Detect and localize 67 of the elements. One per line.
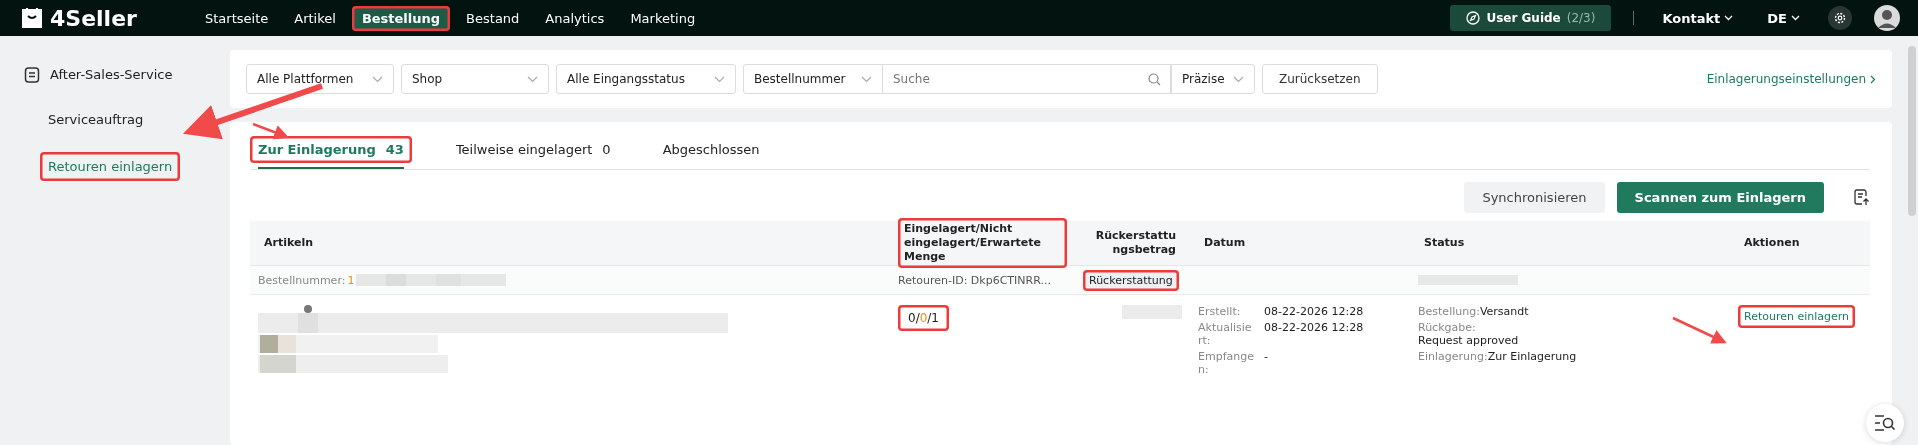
status-value: Zur Einlagerung: [1487, 350, 1577, 363]
status-tab[interactable]: Abgeschlossen: [654, 136, 768, 163]
chevron-down-icon: [527, 75, 538, 83]
chevron-down-icon: [714, 75, 725, 83]
sync-button[interactable]: Synchronisieren: [1464, 182, 1605, 213]
nav-tab[interactable]: Bestand: [456, 5, 530, 31]
search-icon: [1148, 73, 1161, 86]
status-value: Request approved: [1418, 334, 1519, 347]
date-value: -: [1264, 350, 1268, 365]
status-value: Versandt: [1479, 305, 1529, 318]
settings-icon[interactable]: [1828, 6, 1852, 30]
contact-menu[interactable]: Kontakt: [1656, 9, 1740, 27]
date-label: Erstellt:: [1198, 305, 1242, 318]
column-header: Aktionen: [1743, 234, 1801, 251]
date-value: 08-22-2026 12:28: [1264, 321, 1364, 336]
status-tab[interactable]: Teilweise eingelagert 0: [447, 136, 619, 163]
user-guide-button[interactable]: User Guide (2/3): [1450, 5, 1612, 31]
search-field[interactable]: Suche: [883, 64, 1171, 94]
match-select[interactable]: Präzise: [1171, 64, 1255, 94]
date-label: Empfangen:: [1198, 350, 1255, 376]
status-label: Rückgabe:: [1418, 321, 1477, 334]
status-label: Einlagerung:: [1418, 350, 1488, 363]
chevron-down-icon: [1233, 75, 1244, 83]
compass-icon: [1466, 11, 1481, 25]
date-value: 08-22-2026 12:28: [1264, 305, 1364, 318]
store-returns-link[interactable]: Retouren einlagern: [1738, 305, 1856, 328]
chevron-down-icon: [1724, 15, 1734, 21]
date-label: Aktualisiert:: [1198, 321, 1253, 347]
quantity-text: 0/0/1: [898, 305, 949, 331]
scrollbar-thumb[interactable]: [1908, 46, 1916, 216]
column-header: Datum: [1203, 234, 1247, 251]
chevron-down-icon: [1791, 15, 1800, 21]
column-header: Eingelagert/Nicht eingelagert/Erwartete Menge: [898, 217, 1067, 269]
filter-select[interactable]: Shop: [401, 64, 549, 94]
logo-text: 4Seller: [50, 5, 137, 31]
export-icon[interactable]: [1854, 189, 1870, 206]
settings-link[interactable]: Einlagerungseinstellungen: [1706, 72, 1876, 86]
refund-tag: Rückerstattung: [1083, 269, 1179, 291]
chevron-down-icon: [372, 75, 383, 83]
nav-tab[interactable]: Analytics: [535, 5, 615, 31]
status-label: Bestellung:: [1418, 305, 1480, 318]
status-tab[interactable]: Zur Einlagerung 43: [250, 136, 412, 163]
list-search-icon: [1874, 414, 1896, 432]
bag-icon: [20, 7, 44, 29]
sidebar-item[interactable]: Retouren einlagern: [40, 152, 181, 181]
return-id: Retouren-ID: Dkp6CTINRR...: [898, 273, 1051, 287]
order-number-label: Bestellnummer:: [258, 273, 346, 287]
chevron-right-icon: [1870, 74, 1876, 84]
reset-button[interactable]: Zurücksetzen: [1262, 64, 1378, 94]
nav-tab[interactable]: Bestellung: [351, 5, 451, 31]
filter-select[interactable]: Alle Eingangsstatus: [556, 64, 736, 94]
column-header: Artikeln: [263, 234, 315, 251]
language-menu[interactable]: DE: [1761, 9, 1806, 27]
column-header: Rückerstattungsbetrag: [1094, 227, 1177, 258]
nav-tab[interactable]: Marketing: [620, 5, 706, 31]
sidebar-group-title: After-Sales-Service: [50, 67, 173, 82]
sidebar-item[interactable]: Serviceauftrag: [40, 105, 152, 134]
nav-tab[interactable]: Startseite: [195, 5, 279, 31]
scan-button[interactable]: Scannen zum Einlagern: [1616, 182, 1824, 213]
avatar-icon[interactable]: [1874, 5, 1900, 31]
filter-select[interactable]: Bestellnummer: [743, 64, 883, 94]
column-header: Status: [1423, 234, 1466, 251]
clipboard-icon: [24, 66, 40, 83]
filter-select[interactable]: Alle Plattformen: [246, 64, 394, 94]
chevron-down-icon: [861, 75, 872, 83]
order-number: 1: [347, 273, 355, 287]
nav-tab[interactable]: Artikel: [284, 5, 346, 31]
